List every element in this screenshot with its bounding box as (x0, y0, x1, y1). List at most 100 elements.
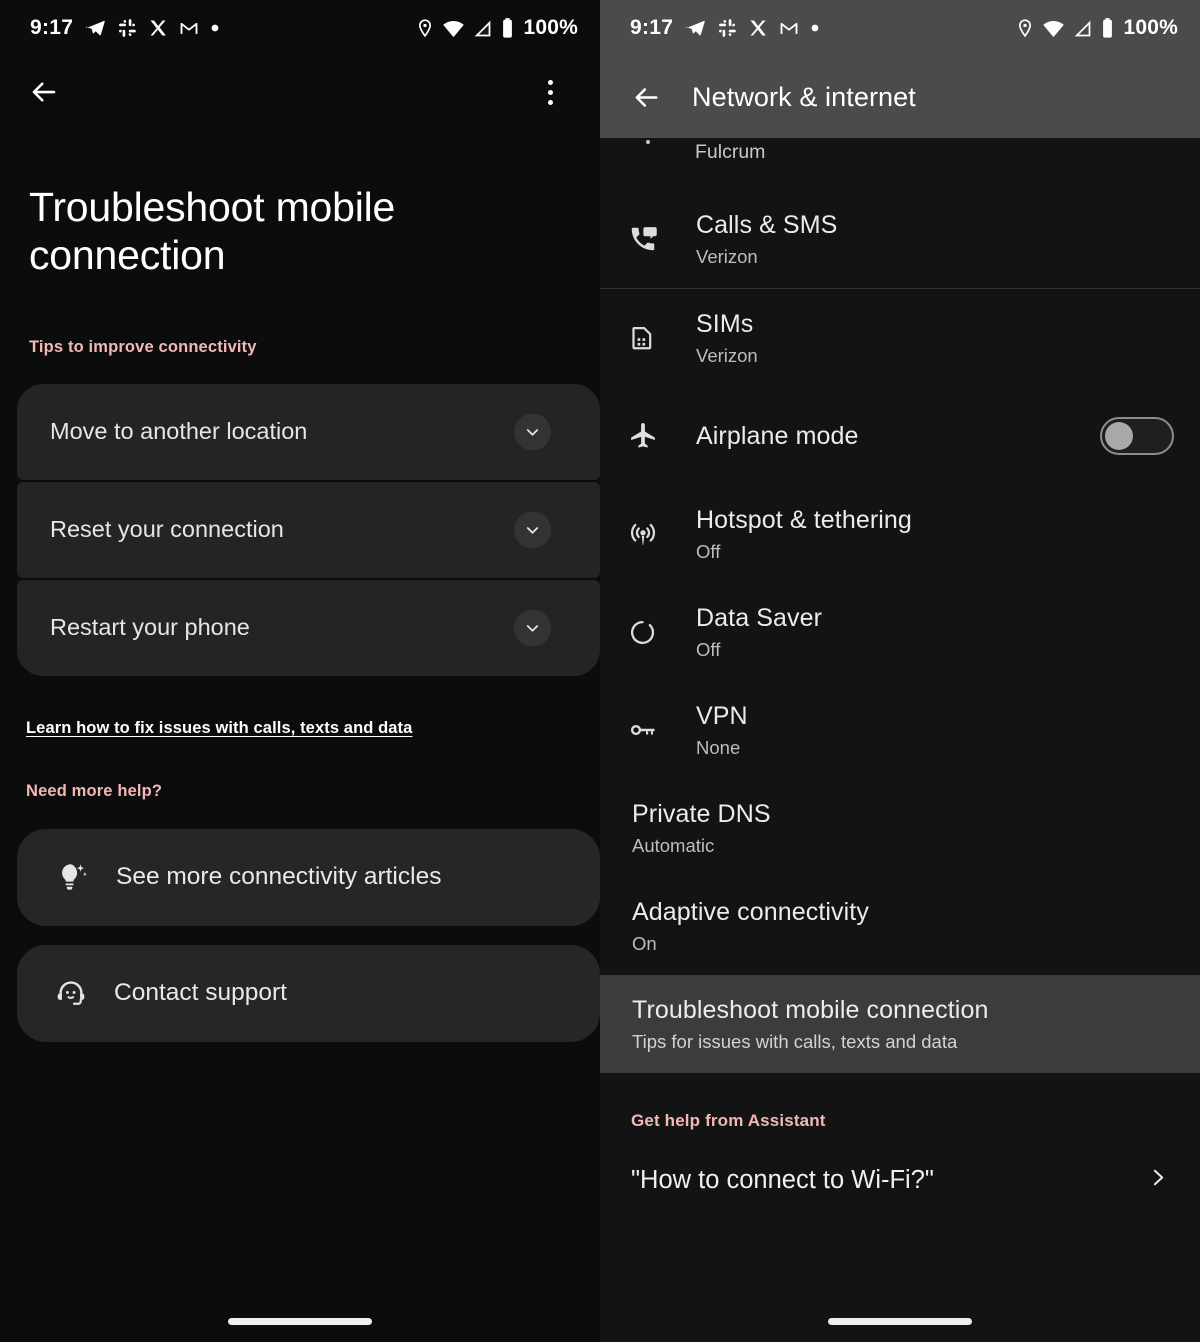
right-header-bar: 9:17 100% Network & internet (600, 0, 1200, 138)
back-button[interactable] (20, 68, 68, 116)
hotspot-icon (628, 519, 674, 549)
more-vert-icon (547, 79, 553, 105)
contact-support-label: Contact support (114, 979, 287, 1007)
location-icon (419, 19, 432, 38)
settings-row-airplane-mode[interactable]: Airplane mode (600, 387, 1200, 485)
slack-icon (719, 19, 737, 37)
airplane-mode-toggle[interactable] (1100, 417, 1174, 455)
row-subtitle: Tips for issues with calls, texts and da… (632, 1030, 958, 1052)
dot-icon (811, 24, 819, 32)
right-phone-screen: 9:17 100% Network & internet Fulcrum Cal… (600, 0, 1200, 1342)
airplane-icon (628, 421, 674, 451)
mobile-signal-icon (475, 20, 491, 36)
overflow-menu-button[interactable] (526, 68, 574, 116)
telegram-icon (86, 20, 105, 36)
vpn-key-icon (628, 715, 674, 745)
partial-icon-dot (646, 140, 650, 144)
see-more-articles-button[interactable]: See more connectivity articles (17, 828, 600, 926)
row-label: Adaptive connectivity (632, 897, 869, 926)
settings-row-sims[interactable]: SIMs Verizon (600, 289, 1200, 387)
need-more-help-label: Need more help? (26, 781, 163, 800)
status-bar-right-cluster: 100% (415, 16, 578, 40)
back-arrow-icon (635, 87, 657, 107)
row-text: Airplane mode (696, 422, 859, 450)
status-bar-right: 9:17 100% (600, 0, 1200, 56)
settings-list: Fulcrum Calls & SMS Verizon SIMs Verizon… (600, 138, 1200, 1195)
row-text: Private DNS Automatic (628, 800, 771, 857)
battery-percent: 100% (523, 16, 578, 39)
tips-section-label: Tips to improve connectivity (29, 337, 257, 356)
row-label: Private DNS (632, 799, 771, 828)
toggle-knob (1105, 422, 1133, 450)
row-text: VPN None (696, 702, 748, 759)
chevron-down-icon[interactable] (514, 511, 551, 549)
partial-row-subtitle: Fulcrum (695, 141, 766, 163)
support-agent-icon (57, 981, 85, 1006)
x-twitter-icon (750, 20, 767, 36)
chevron-right-icon[interactable] (1145, 1165, 1170, 1195)
wifi-icon (443, 20, 465, 37)
expander-move-location[interactable]: Move to another location (17, 383, 600, 480)
row-label: VPN (696, 701, 748, 730)
expander-restart-phone[interactable]: Restart your phone (17, 579, 600, 676)
expander-label: Restart your phone (50, 614, 250, 641)
learn-how-to-fix-link[interactable]: Learn how to fix issues with calls, text… (26, 719, 412, 737)
expander-label: Move to another location (50, 418, 308, 445)
right-app-bar: Network & internet (600, 56, 1200, 138)
assistant-query-row[interactable]: "How to connect to Wi-Fi?" (600, 1131, 1200, 1195)
back-button[interactable] (622, 73, 670, 121)
lightbulb-sparkle-icon (62, 864, 87, 890)
expander-reset-connection[interactable]: Reset your connection (17, 481, 600, 578)
x-twitter-icon (150, 20, 167, 36)
row-text: Troubleshoot mobile connection Tips for … (628, 996, 988, 1053)
settings-row-hotspot-tethering[interactable]: Hotspot & tethering Off (600, 485, 1200, 583)
row-label: Troubleshoot mobile connection (632, 995, 989, 1024)
row-text: Adaptive connectivity On (628, 898, 869, 955)
row-subtitle: Off (696, 638, 721, 660)
row-label: Data Saver (696, 603, 823, 632)
slack-icon (119, 19, 137, 37)
back-arrow-icon (32, 82, 56, 102)
expander-list: Move to another location Reset your conn… (0, 383, 600, 676)
left-app-bar (0, 56, 600, 128)
assistant-section-label: Get help from Assistant (631, 1111, 826, 1130)
row-label: SIMs (696, 309, 754, 338)
status-bar-right-cluster: 100% (1015, 16, 1178, 40)
status-bar-clock: 9:17 (30, 16, 74, 39)
mobile-signal-icon (1075, 20, 1091, 36)
row-subtitle: Verizon (696, 344, 758, 366)
chevron-down-icon[interactable] (514, 413, 551, 451)
row-label: Hotspot & tethering (696, 505, 912, 534)
data-saver-icon (628, 618, 674, 647)
battery-icon (1103, 18, 1113, 38)
dot-icon (211, 24, 219, 32)
gmail-icon (780, 22, 798, 34)
row-subtitle: Off (696, 540, 721, 562)
settings-row-calls-sms[interactable]: Calls & SMS Verizon (600, 190, 1200, 288)
status-bar-left-cluster: 9:17 (30, 16, 220, 40)
dual-screenshot-container: 9:17 100% Troubleshoot mobile connection… (0, 0, 1200, 1342)
status-bar-left-cluster: 9:17 (630, 16, 820, 40)
sim-card-icon (628, 324, 674, 352)
row-label: Calls & SMS (696, 210, 838, 239)
row-subtitle: Automatic (632, 834, 715, 856)
row-subtitle: Verizon (696, 245, 758, 267)
settings-row-private-dns[interactable]: Private DNS Automatic (600, 779, 1200, 877)
settings-row-troubleshoot-mobile-connection[interactable]: Troubleshoot mobile connection Tips for … (600, 975, 1200, 1073)
chevron-down-icon[interactable] (514, 609, 551, 647)
learn-more-link-row: Learn how to fix issues with calls, text… (0, 676, 600, 738)
assistant-query-text: "How to connect to Wi-Fi?" (631, 1165, 934, 1194)
left-phone-screen: 9:17 100% Troubleshoot mobile connection… (0, 0, 600, 1342)
location-icon (1019, 19, 1032, 38)
gmail-icon (180, 22, 198, 34)
settings-row-vpn[interactable]: VPN None (600, 681, 1200, 779)
status-bar-left: 9:17 100% (0, 0, 600, 56)
partially-scrolled-row[interactable]: Fulcrum (600, 138, 1200, 190)
telegram-icon (686, 20, 705, 36)
row-text: SIMs Verizon (696, 310, 758, 367)
settings-row-data-saver[interactable]: Data Saver Off (600, 583, 1200, 681)
see-more-articles-label: See more connectivity articles (116, 863, 442, 891)
contact-support-button[interactable]: Contact support (17, 944, 600, 1042)
settings-row-adaptive-connectivity[interactable]: Adaptive connectivity On (600, 877, 1200, 975)
expander-label: Reset your connection (50, 516, 284, 543)
